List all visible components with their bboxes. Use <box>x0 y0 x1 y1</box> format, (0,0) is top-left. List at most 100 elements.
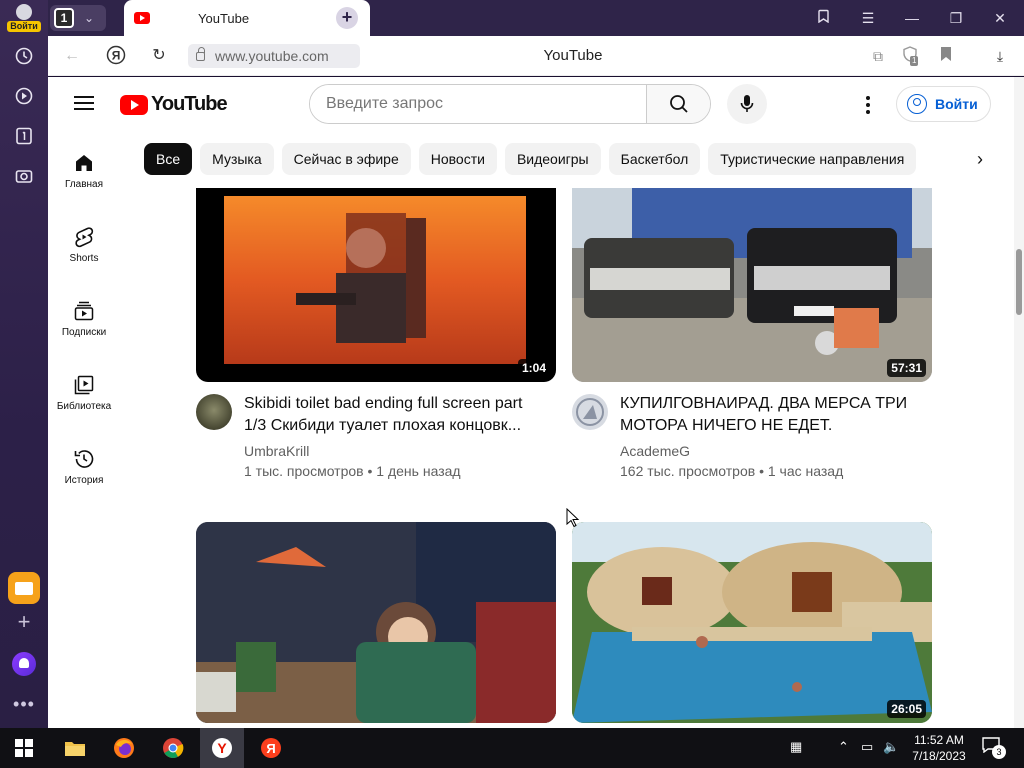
voice-search-button[interactable] <box>727 84 767 124</box>
thumbnail-image <box>224 196 526 364</box>
video-stats: 162 тыс. просмотров • 1 час назад <box>620 463 844 479</box>
account-circle-icon <box>907 94 927 114</box>
guide-library[interactable]: Библиотека <box>52 365 116 429</box>
reload-icon[interactable]: ↻ <box>148 45 170 67</box>
history-clock-icon[interactable] <box>12 44 36 68</box>
page-scrollbar[interactable] <box>1014 77 1024 728</box>
chevron-right-icon[interactable]: › <box>968 143 992 175</box>
youtube-logo[interactable]: YouTube <box>120 93 228 116</box>
tabs-menu-button[interactable]: 1 ⌄ <box>50 5 106 31</box>
firefox-icon[interactable] <box>110 734 138 762</box>
video-thumbnail[interactable]: 57:31 <box>572 188 932 382</box>
chip-news[interactable]: Новости <box>418 143 497 175</box>
scrollbar-thumb[interactable] <box>1016 249 1022 315</box>
video-title[interactable]: Skibidi toilet bad ending full screen pa… <box>244 393 544 437</box>
thumbnail-image <box>572 522 932 723</box>
back-arrow-icon[interactable]: ← <box>61 45 83 67</box>
new-tab-button[interactable]: + <box>336 7 358 29</box>
page-title: YouTube <box>543 47 603 64</box>
channel-avatar[interactable] <box>196 394 232 430</box>
search-input[interactable] <box>310 85 646 123</box>
screenshot-camera-icon[interactable] <box>12 164 36 188</box>
download-icon[interactable]: ⤓ <box>990 46 1010 66</box>
login-label: Войти <box>7 21 41 32</box>
translate-icon[interactable]: ⧉ <box>868 46 888 66</box>
protect-shield-icon[interactable]: 1 <box>900 46 920 66</box>
yandex-icon[interactable]: Я <box>257 734 285 762</box>
video-thumbnail[interactable] <box>196 522 556 723</box>
protect-badge: 1 <box>910 56 919 66</box>
clock-time: 11:52 AM <box>914 733 964 747</box>
search-button[interactable] <box>646 85 710 123</box>
tabs-counter-icon[interactable] <box>12 124 36 148</box>
sign-in-button[interactable]: Войти <box>896 86 991 122</box>
history-icon <box>74 450 94 468</box>
lock-icon <box>196 46 205 61</box>
search-icon <box>669 95 688 113</box>
chip-live[interactable]: Сейчас в эфире <box>281 143 411 175</box>
yandex-browser-icon[interactable]: Y <box>208 734 236 762</box>
guide-home[interactable]: Главная <box>52 143 116 207</box>
hamburger-menu-icon[interactable] <box>74 96 94 110</box>
video-title-line: КУПИЛГОВНАИРАД. ДВА МЕРСА ТРИ <box>620 395 908 412</box>
chip-music[interactable]: Музыка <box>200 143 274 175</box>
home-icon <box>76 155 92 171</box>
bookmark-icon[interactable] <box>936 46 956 66</box>
windows-start-icon[interactable] <box>10 734 38 762</box>
guide-label: Подписки <box>61 327 107 338</box>
browser-sidebar: Войти + ••• <box>0 0 48 728</box>
menu-icon[interactable]: ☰ <box>857 8 879 28</box>
yandex-icon[interactable]: Я <box>105 45 127 67</box>
mail-icon[interactable] <box>8 572 40 604</box>
restore-icon[interactable]: ❐ <box>945 8 967 28</box>
settings-more-icon[interactable] <box>856 93 880 117</box>
chip-games[interactable]: Видеоигры <box>504 143 601 175</box>
channel-name[interactable]: UmbraKrill <box>244 443 309 459</box>
guide-subscriptions[interactable]: Подписки <box>52 291 116 355</box>
clock[interactable]: 11:52 AM 7/18/2023 <box>904 732 974 764</box>
keyboard-icon[interactable]: ▦ <box>790 739 802 755</box>
video-title[interactable]: КУПИЛГОВНАИРАД. ДВА МЕРСА ТРИ МОТОРА НИЧ… <box>620 393 940 437</box>
video-thumbnail[interactable]: 26:05 <box>572 522 932 723</box>
chip-all[interactable]: Все <box>144 143 193 175</box>
add-panel-icon[interactable]: + <box>12 610 36 634</box>
search-box <box>309 84 711 124</box>
tab-count: 1 <box>54 8 74 28</box>
login-button[interactable]: Войти <box>6 4 42 34</box>
collections-icon[interactable] <box>813 8 835 28</box>
video-title-line: 1/3 Скибиди туалет плохая концовк... <box>244 417 522 434</box>
minimize-icon[interactable]: — <box>901 8 923 28</box>
subscriptions-icon <box>74 301 94 321</box>
alice-assistant-icon[interactable] <box>12 652 36 676</box>
library-icon <box>74 375 94 395</box>
url-text: www.youtube.com <box>215 48 329 64</box>
close-window-icon[interactable]: ✕ <box>989 8 1011 28</box>
youtube-play-icon <box>120 94 148 115</box>
more-dots-icon[interactable]: ••• <box>12 694 36 714</box>
video-title-line: МОТОРА НИЧЕГО НЕ ЕДЕТ. <box>620 417 833 434</box>
video-thumbnail[interactable]: 1:04 <box>196 188 556 382</box>
shorts-icon <box>75 227 94 248</box>
media-play-icon[interactable] <box>12 84 36 108</box>
clock-date: 7/18/2023 <box>912 749 966 763</box>
guide-history[interactable]: История <box>52 439 116 503</box>
tab-youtube[interactable]: YouTube ✕ <box>124 0 370 36</box>
screen: Войти + ••• 1 ⌄ YouTube ✕ + <box>0 0 1024 768</box>
address-bar: ← Я ↻ www.youtube.com YouTube ⧉ 1 ⤓ <box>48 36 1024 76</box>
notifications-icon[interactable]: 3 <box>982 737 1006 759</box>
channel-name[interactable]: AcademeG <box>620 443 690 459</box>
chrome-icon[interactable] <box>159 734 187 762</box>
volume-muted-icon[interactable]: 🔈 <box>883 739 899 755</box>
guide-label: Shorts <box>69 253 99 264</box>
url-field[interactable]: www.youtube.com <box>188 44 360 68</box>
chip-basketball[interactable]: Баскетбол <box>608 143 701 175</box>
guide-label: Главная <box>64 179 104 190</box>
channel-avatar[interactable] <box>572 394 608 430</box>
chevron-down-icon: ⌄ <box>84 11 95 25</box>
network-icon[interactable]: ▭ <box>861 739 873 755</box>
guide-shorts[interactable]: Shorts <box>52 217 116 281</box>
file-explorer-icon[interactable] <box>61 734 89 762</box>
tray-chevron-up-icon[interactable]: ⌃ <box>838 739 849 755</box>
video-duration: 57:31 <box>887 359 926 377</box>
chip-travel[interactable]: Туристические направления <box>708 143 917 175</box>
